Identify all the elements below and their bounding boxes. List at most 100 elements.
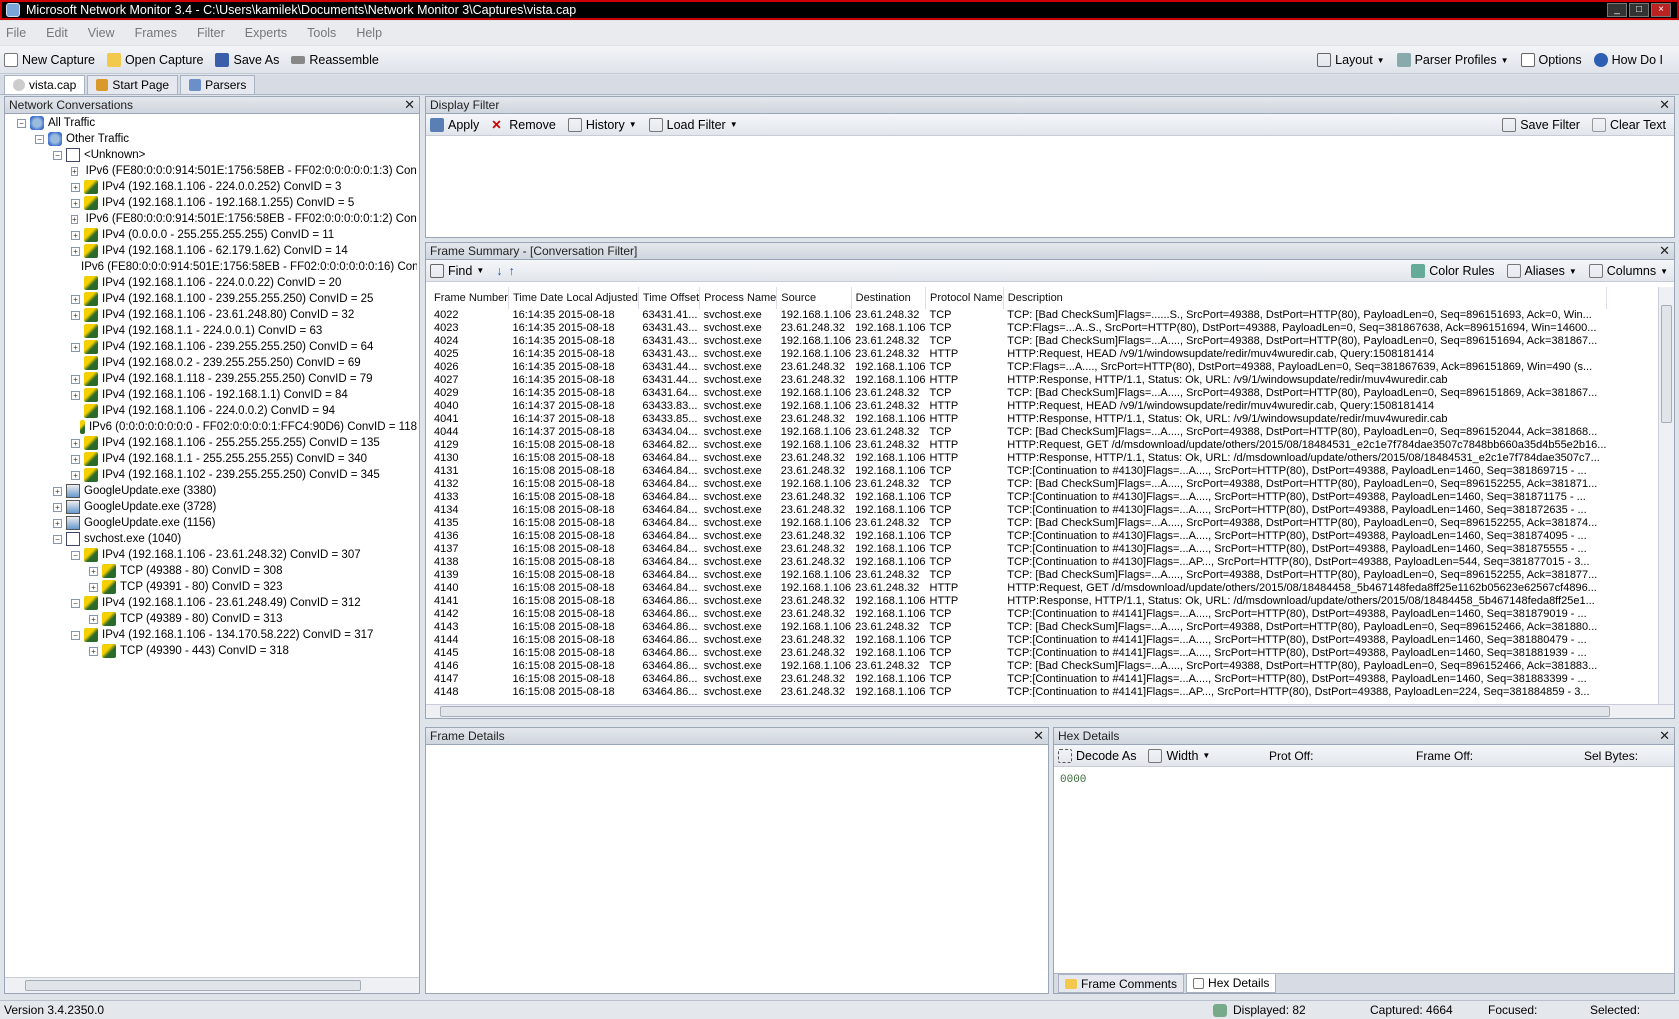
table-row[interactable]: 4029 16:14:35 2015-08-18 63431.64... svchos… xyxy=(430,387,1606,400)
tree-node[interactable]: + IPv4 (192.168.1.100 - 239.255.255.250) … xyxy=(9,291,417,307)
table-row[interactable]: 4131 16:15:08 2015-08-18 63464.84... svchos… xyxy=(430,465,1606,478)
tree-node[interactable]: + IPv4 (192.168.1.106 - 192.168.1.255) Co… xyxy=(9,195,417,211)
close-button[interactable]: × xyxy=(1651,3,1671,17)
table-row[interactable]: 4025 16:14:35 2015-08-18 63431.43... svchos… xyxy=(430,348,1606,361)
expand-icon[interactable]: + xyxy=(53,486,62,496)
clear-text-button[interactable]: Clear Text xyxy=(1591,118,1666,132)
expand-icon[interactable]: + xyxy=(71,198,80,208)
find-previous-button[interactable]: ↑ xyxy=(509,264,515,278)
table-row[interactable]: 4130 16:15:08 2015-08-18 63464.84... svchos… xyxy=(430,452,1606,465)
save-filter-button[interactable]: Save Filter xyxy=(1502,118,1580,132)
tree-node[interactable]: + IPv4 (192.168.1.118 - 239.255.255.250) … xyxy=(9,371,417,387)
table-row[interactable]: 4144 16:15:08 2015-08-18 63464.86... svchos… xyxy=(430,634,1606,647)
tree-node[interactable]: IPv4 (192.168.1.106 - 224.0.0.22) ConvID… xyxy=(9,275,417,291)
new-capture-button[interactable]: New Capture xyxy=(4,52,95,67)
expand-icon[interactable]: + xyxy=(71,214,78,224)
horizontal-scrollbar[interactable] xyxy=(426,704,1674,718)
tree-node[interactable]: IPv4 (192.168.0.2 - 239.255.255.250) Con… xyxy=(9,355,417,371)
tree-node[interactable]: − All Traffic xyxy=(9,115,417,131)
expand-icon[interactable]: + xyxy=(89,646,98,656)
table-row[interactable]: 4136 16:15:08 2015-08-18 63464.84... svchos… xyxy=(430,530,1606,543)
menu-experts[interactable]: Experts xyxy=(245,26,287,40)
filter-text-area[interactable] xyxy=(426,137,1674,237)
tree-node[interactable]: IPv4 (192.168.1.106 - 224.0.0.2) ConvID … xyxy=(9,403,417,419)
tree-node[interactable]: IPv4 (192.168.1.1 - 224.0.0.1) ConvID = … xyxy=(9,323,417,339)
table-row[interactable]: 4142 16:15:08 2015-08-18 63464.86... svchos… xyxy=(430,608,1606,621)
table-row[interactable]: 4129 16:15:08 2015-08-18 63464.82... svchos… xyxy=(430,439,1606,452)
table-row[interactable]: 4139 16:15:08 2015-08-18 63464.84... svchos… xyxy=(430,569,1606,582)
expand-icon[interactable]: + xyxy=(71,470,80,480)
tree-node[interactable]: + TCP (49390 - 443) ConvID = 318 xyxy=(9,643,417,659)
table-row[interactable]: 4145 16:15:08 2015-08-18 63464.86... svchos… xyxy=(430,647,1606,660)
table-row[interactable]: 4147 16:15:08 2015-08-18 63464.86... svchos… xyxy=(430,673,1606,686)
tree-node[interactable]: IPv6 (FE80:0:0:0:914:501E:1756:58EB - FF… xyxy=(9,259,417,275)
table-row[interactable]: 4040 16:14:37 2015-08-18 63433.83... svchos… xyxy=(430,400,1606,413)
close-icon[interactable]: ✕ xyxy=(1659,728,1670,744)
tree-node[interactable]: + IPv4 (192.168.1.106 - 192.168.1.1) Conv… xyxy=(9,387,417,403)
aliases-button[interactable]: Aliases ▼ xyxy=(1506,264,1577,278)
vertical-scrollbar[interactable] xyxy=(1658,287,1674,705)
tree-node[interactable]: + GoogleUpdate.exe (3728) xyxy=(9,499,417,515)
table-row[interactable]: 4024 16:14:35 2015-08-18 63431.43... svchos… xyxy=(430,335,1606,348)
tab-frame-comments[interactable]: Frame Comments xyxy=(1058,974,1185,993)
menu-tools[interactable]: Tools xyxy=(307,26,336,40)
tree-node[interactable]: + IPv4 (192.168.1.106 - 62.179.1.62) Conv… xyxy=(9,243,417,259)
find-button[interactable]: Find ▼ xyxy=(430,263,484,278)
minimize-button[interactable]: _ xyxy=(1607,3,1627,17)
close-icon[interactable]: ✕ xyxy=(1033,728,1044,744)
collapse-icon[interactable]: − xyxy=(53,534,62,544)
remove-button[interactable]: ✕ Remove xyxy=(491,118,556,132)
table-row[interactable]: 4132 16:15:08 2015-08-18 63464.84... svchos… xyxy=(430,478,1606,491)
maximize-button[interactable]: □ xyxy=(1629,3,1649,17)
table-row[interactable]: 4133 16:15:08 2015-08-18 63464.84... svchos… xyxy=(430,491,1606,504)
load-filter-button[interactable]: Load Filter ▼ xyxy=(648,117,738,132)
find-next-button[interactable]: ↓ xyxy=(496,264,502,278)
reassemble-button[interactable]: Reassemble xyxy=(291,53,379,67)
column-header[interactable]: Protocol Name xyxy=(925,287,1004,309)
tree-node[interactable]: + IPv4 (192.168.1.106 - 224.0.0.252) Conv… xyxy=(9,179,417,195)
expand-icon[interactable]: + xyxy=(71,182,80,192)
columns-button[interactable]: Columns ▼ xyxy=(1588,264,1668,278)
tab-hex-details[interactable]: Hex Details xyxy=(1186,974,1277,993)
expand-icon[interactable]: + xyxy=(89,566,98,576)
tree-node[interactable]: + IPv4 (192.168.1.106 - 255.255.255.255) … xyxy=(9,435,417,451)
tree-node[interactable]: + IPv4 (192.168.1.106 - 239.255.255.250) … xyxy=(9,339,417,355)
tree-node[interactable]: + IPv4 (192.168.1.106 - 23.61.248.80) Con… xyxy=(9,307,417,323)
tree-node[interactable]: − IPv4 (192.168.1.106 - 134.170.58.222) C… xyxy=(9,627,417,643)
apply-button[interactable]: Apply xyxy=(430,117,479,132)
expand-icon[interactable]: + xyxy=(71,374,80,384)
expand-icon[interactable]: + xyxy=(71,342,80,352)
table-row[interactable]: 4148 16:15:08 2015-08-18 63464.86... svchos… xyxy=(430,686,1606,697)
save-as-button[interactable]: Save As xyxy=(215,52,279,67)
collapse-icon[interactable]: − xyxy=(17,118,26,128)
tree-node[interactable]: + TCP (49389 - 80) ConvID = 313 xyxy=(9,611,417,627)
column-header[interactable]: Description xyxy=(1003,287,1607,309)
column-header[interactable]: Process Name xyxy=(699,287,778,309)
menu-edit[interactable]: Edit xyxy=(46,26,68,40)
layout-button[interactable]: Layout ▼ xyxy=(1317,53,1385,67)
table-row[interactable]: 4134 16:15:08 2015-08-18 63464.84... svchos… xyxy=(430,504,1606,517)
tree-node[interactable]: − <Unknown> xyxy=(9,147,417,163)
menu-filter[interactable]: Filter xyxy=(197,26,225,40)
tree-node[interactable]: − Other Traffic xyxy=(9,131,417,147)
tab-parsers[interactable]: Parsers xyxy=(180,75,256,94)
tree-node[interactable]: + IPv4 (0.0.0.0 - 255.255.255.255) ConvID… xyxy=(9,227,417,243)
collapse-icon[interactable]: − xyxy=(35,134,44,144)
tab-start-page[interactable]: Start Page xyxy=(87,75,179,94)
column-header[interactable]: Time Offset xyxy=(638,287,701,309)
tree-node[interactable]: − IPv4 (192.168.1.106 - 23.61.248.49) Con… xyxy=(9,595,417,611)
collapse-icon[interactable]: − xyxy=(53,150,62,160)
close-icon[interactable]: ✕ xyxy=(1659,243,1670,259)
table-row[interactable]: 4138 16:15:08 2015-08-18 63464.84... svchos… xyxy=(430,556,1606,569)
tree-node[interactable]: IPv6 (0:0:0:0:0:0:0:0 - FF02:0:0:0:0:1:F… xyxy=(9,419,417,435)
table-row[interactable]: 4027 16:14:35 2015-08-18 63431.44... svchos… xyxy=(430,374,1606,387)
tree-node[interactable]: + GoogleUpdate.exe (1156) xyxy=(9,515,417,531)
table-row[interactable]: 4137 16:15:08 2015-08-18 63464.84... svchos… xyxy=(430,543,1606,556)
scrollbar-thumb[interactable] xyxy=(1661,305,1672,423)
open-capture-button[interactable]: Open Capture xyxy=(106,52,203,67)
table-row[interactable]: 4146 16:15:08 2015-08-18 63464.86... svchos… xyxy=(430,660,1606,673)
expand-icon[interactable]: + xyxy=(71,310,80,320)
options-button[interactable]: Options xyxy=(1520,53,1582,67)
menu-file[interactable]: File xyxy=(6,26,26,40)
tree-node[interactable]: − IPv4 (192.168.1.106 - 23.61.248.32) Con… xyxy=(9,547,417,563)
